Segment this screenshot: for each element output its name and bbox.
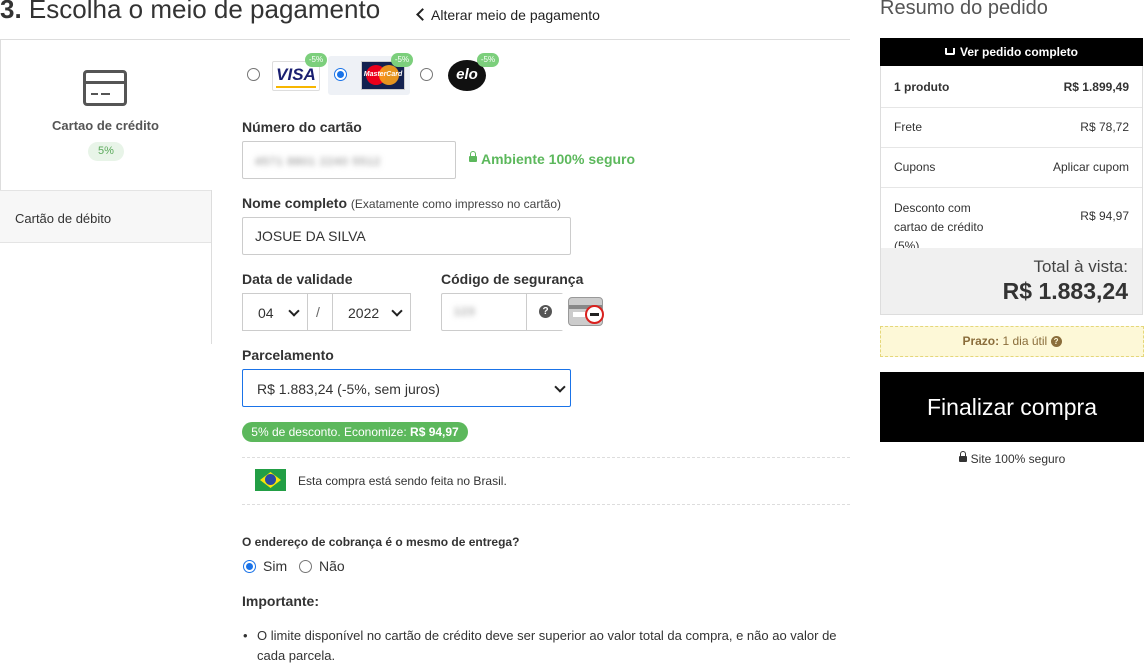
secure-environment: Ambiente 100% seguro [469,151,635,167]
mastercard-discount-badge: -5% [391,53,413,67]
cart-icon [944,48,955,56]
important-item: O limite disponível no cartão de crédito… [257,628,837,663]
cvv-value: 123 [454,306,476,318]
installments-label: Parcelamento [242,347,334,363]
step-number: 3. [0,0,22,24]
question-icon[interactable]: ? [1050,336,1062,348]
divider [242,457,850,458]
radio-visa[interactable] [247,68,260,81]
chevron-down-icon [391,305,403,317]
finalize-purchase-button[interactable]: Finalizar compra [880,372,1144,442]
billing-no-label[interactable]: Não [319,558,345,574]
site-secure-label: Site 100% seguro [970,452,1066,466]
discount-badge: 5% de desconto. Economize: R$ 94,97 [242,422,468,442]
question-icon: ? [539,305,552,318]
billing-yes-radio[interactable] [243,560,256,573]
full-name-hint: (Exatamente como impresso no cartão) [350,197,561,211]
site-secure-notice: Site 100% seguro [880,450,1144,466]
card-number-label: Número do cartão [242,119,362,135]
country-message: Esta compra está sendo feita no Brasil. [298,474,507,488]
expiry-separator: / [316,304,320,320]
cvv-label: Código de segurança [441,271,584,287]
total-value: R$ 1.883,24 [1002,278,1128,304]
summary-row-value: R$ 94,97 [1080,209,1129,223]
summary-row-value: R$ 1.899,49 [1063,80,1129,94]
cvv-highlight-icon [585,305,604,324]
full-name-value: JOSUE DA SILVA [255,228,366,244]
lock-icon [469,151,477,163]
card-number-value: 4571 8801 2240 5512 [255,156,382,168]
summary-row-label: 1 produto [894,80,950,94]
divider [242,504,850,505]
lock-icon [958,450,967,462]
apply-coupon-link[interactable]: Aplicar cupom [1053,160,1129,174]
summary-row-label: Cupons [894,160,936,174]
tab-credit-card[interactable] [0,40,211,190]
important-title: Importante: [242,593,319,609]
elo-label: elo [456,66,478,83]
elo-discount-badge: -5% [477,53,499,67]
billing-yes-label[interactable]: Sim [263,558,287,574]
expiry-month-value: 04 [258,305,274,321]
view-order-label: Ver pedido completo [959,45,1079,59]
full-name-input[interactable]: JOSUE DA SILVA [242,217,571,255]
tab-credit-card-label: Cartao de crédito [52,118,159,133]
card-number-input[interactable]: 4571 8801 2240 5512 [242,141,456,179]
view-order-button[interactable]: Ver pedido completo [880,38,1143,66]
expiry-label: Data de validade [242,271,353,287]
change-payment-label: Alterar meio de pagamento [431,7,600,23]
tab-debit-card-label: Cartão de débito [15,211,112,226]
cvv-help-addon[interactable]: ? [526,294,564,330]
bullet-icon: • [243,628,248,643]
credit-discount-badge: 5% [88,142,124,161]
expiry-year-value: 2022 [348,305,380,321]
credit-card-icon [83,70,127,106]
total-label: Total à vista: [1033,257,1129,276]
visa-discount-badge: -5% [305,53,327,67]
chevron-down-icon [554,381,566,393]
brazil-flag-icon [255,469,286,491]
discount-amount: R$ 94,97 [410,425,459,439]
summary-title: Resumo do pedido [880,0,1048,19]
radio-mastercard[interactable] [334,68,347,81]
expiry-year-select[interactable]: 2022 [332,294,411,330]
mastercard-label: MasterCard [363,71,403,78]
chevron-left-icon [416,8,429,21]
installments-value: R$ 1.883,24 (-5%, sem juros) [257,381,440,397]
summary-row-label: Frete [894,120,923,134]
important-list: • O limite disponível no cartão de crédi… [242,626,842,666]
billing-no-radio[interactable] [299,560,312,573]
radio-elo[interactable] [420,68,433,81]
installments-select[interactable]: R$ 1.883,24 (-5%, sem juros) [242,369,571,407]
expiry-month-select[interactable]: 04 [243,294,308,330]
secure-environment-label: Ambiente 100% seguro [481,151,636,167]
step-title: Escolha o meio de pagamento [28,0,381,24]
expiry-group: 04 / 2022 [242,293,411,331]
change-payment-link[interactable]: Alterar meio de pagamento [416,7,600,23]
full-name-label: Nome completo (Exatamente como impresso … [242,195,561,211]
summary-row-value: R$ 78,72 [1080,120,1129,134]
delivery-time-notice: Prazo: 1 dia útil ? [880,326,1144,357]
billing-question: O endereço de cobrança é o mesmo de entr… [242,535,520,549]
delivery-time-label: Prazo: [962,334,1000,348]
chevron-down-icon [288,305,300,317]
full-name-label-text: Nome completo [242,195,348,211]
delivery-time-value: 1 dia útil [1002,334,1048,348]
divider [211,190,212,344]
page-title: 3. Escolha o meio de pagamento [0,0,380,25]
discount-text: 5% de desconto. Economize: [251,425,411,439]
visa-label: VISA [276,65,316,84]
cvv-input[interactable]: 123 ? [441,293,564,331]
